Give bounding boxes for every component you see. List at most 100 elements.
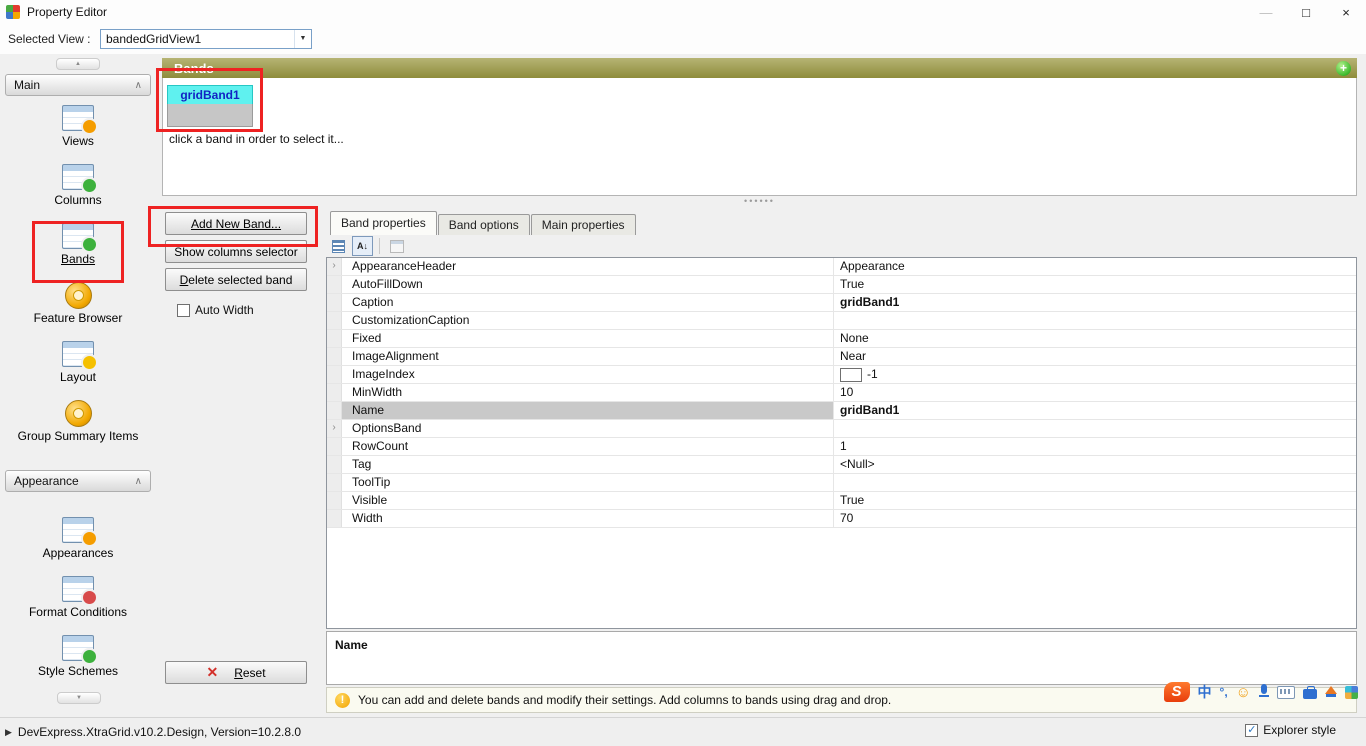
property-name: AutoFillDown	[342, 276, 834, 293]
sidebar-group-header-main[interactable]: Main ∧	[5, 74, 151, 96]
sidebar-item-appearances[interactable]: Appearances	[5, 516, 151, 562]
property-row-width[interactable]: Width 70	[327, 510, 1356, 528]
sidebar-item-bands[interactable]: Bands	[5, 222, 151, 268]
chinese-mode-icon[interactable]: 中	[1198, 682, 1212, 702]
property-name: OptionsBand	[342, 420, 834, 437]
property-value[interactable]: gridBand1	[834, 402, 1356, 419]
delete-selected-band-label: Delete selected band	[179, 272, 293, 287]
chevron-up-icon: ∧	[134, 79, 142, 91]
property-value[interactable]: -1	[834, 366, 1356, 383]
reset-button[interactable]: ✕ Reset	[165, 661, 307, 684]
property-value-text: Appearance	[840, 259, 905, 273]
chevron-down-icon[interactable]: ▼	[294, 30, 311, 48]
punctuation-icon[interactable]: °,	[1220, 685, 1228, 699]
property-value[interactable]	[834, 474, 1356, 491]
tab-band-options[interactable]: Band options	[437, 214, 530, 235]
sidebar-item-views[interactable]: Views	[5, 104, 151, 150]
expand-arrow-icon[interactable]: ›	[327, 258, 342, 275]
alphabetical-icon[interactable]: A↓	[352, 236, 373, 256]
property-row-tag[interactable]: Tag <Null>	[327, 456, 1356, 474]
property-name: MinWidth	[342, 384, 834, 401]
view-selector-bar: Selected View : bandedGridView1 ▼	[0, 24, 1366, 54]
row-marker	[327, 438, 342, 455]
close-button[interactable]: ×	[1326, 0, 1366, 24]
property-value[interactable]: 1	[834, 438, 1356, 455]
property-value[interactable]: None	[834, 330, 1356, 347]
row-marker	[327, 492, 342, 509]
maximize-button[interactable]: □	[1286, 0, 1326, 24]
sidebar-group-items: Appearances Format Conditions Style Scheme…	[4, 500, 152, 693]
property-value[interactable]	[834, 312, 1356, 329]
property-row-imagealignment[interactable]: ImageAlignment Near	[327, 348, 1356, 366]
minimize-button[interactable]: —	[1246, 0, 1286, 24]
info-text: You can add and delete bands and modify …	[358, 693, 892, 707]
property-value[interactable]: <Null>	[834, 456, 1356, 473]
property-row-name[interactable]: Name gridBand1	[327, 402, 1356, 420]
property-row-optionsband[interactable]: › OptionsBand	[327, 420, 1356, 438]
style-schemes-icon	[62, 634, 98, 665]
sidebar-item-style-schemes[interactable]: Style Schemes	[5, 634, 151, 680]
reset-label: Reset	[234, 665, 266, 680]
show-columns-selector-button[interactable]: Show columns selector	[165, 240, 307, 263]
property-row-minwidth[interactable]: MinWidth 10	[327, 384, 1356, 402]
keyboard-icon[interactable]	[1277, 685, 1295, 699]
sidebar-item-group-summary-items[interactable]: Group Summary Items	[5, 399, 151, 445]
menu-grid-icon[interactable]	[1345, 685, 1358, 699]
sogou-logo-icon[interactable]: S	[1163, 682, 1190, 702]
mic-icon[interactable]	[1259, 684, 1269, 700]
property-grid[interactable]: › AppearanceHeader Appearance AutoFillDown T…	[326, 257, 1357, 629]
feature-browser-icon	[64, 281, 92, 309]
explorer-style-checkbox[interactable]: ✓	[1245, 723, 1259, 737]
row-marker	[327, 384, 342, 401]
sidebar-item-layout[interactable]: Layout	[5, 340, 151, 386]
property-row-autofilldown[interactable]: AutoFillDown True	[327, 276, 1356, 294]
property-value[interactable]: Appearance	[834, 258, 1356, 275]
property-row-rowcount[interactable]: RowCount 1	[327, 438, 1356, 456]
expand-arrow-icon[interactable]: ▶	[5, 727, 12, 738]
property-value-text: None	[840, 331, 869, 345]
property-value[interactable]	[834, 420, 1356, 437]
tab-band-properties[interactable]: Band properties	[330, 211, 437, 235]
property-row-fixed[interactable]: Fixed None	[327, 330, 1356, 348]
property-value-text: gridBand1	[840, 403, 900, 417]
sidebar-item-format-conditions[interactable]: Format Conditions	[5, 575, 151, 621]
categorized-icon[interactable]	[328, 236, 349, 256]
property-grid-toolbar: A↓	[328, 235, 407, 257]
property-row-tooltip[interactable]: ToolTip	[327, 474, 1356, 492]
row-marker	[327, 294, 342, 311]
property-row-imageindex[interactable]: ImageIndex -1	[327, 366, 1356, 384]
property-value[interactable]: 70	[834, 510, 1356, 527]
toolbox-icon[interactable]	[1303, 685, 1317, 699]
alphabetical-glyph: A↓	[357, 241, 368, 251]
add-new-band-button[interactable]: Add New Band...	[165, 212, 307, 235]
sidebar-scroll-up-button[interactable]: ▲	[56, 58, 100, 70]
selected-view-combobox[interactable]: bandedGridView1 ▼	[100, 29, 312, 49]
show-columns-selector-label: Show columns selector	[174, 244, 298, 259]
property-row-appearanceheader[interactable]: › AppearanceHeader Appearance	[327, 258, 1356, 276]
bands-preview-area[interactable]: gridBand1 click a band in order to selec…	[162, 78, 1357, 196]
emoji-icon[interactable]: ☺	[1236, 684, 1251, 701]
property-value[interactable]: True	[834, 276, 1356, 293]
sidebar-group-header-appearance[interactable]: Appearance ∧	[5, 470, 151, 492]
row-marker	[327, 330, 342, 347]
band-header-cell[interactable]: gridBand1	[167, 85, 253, 105]
property-value[interactable]: gridBand1	[834, 294, 1356, 311]
auto-width-checkbox[interactable]	[177, 303, 190, 317]
property-row-customizationcaption[interactable]: CustomizationCaption	[327, 312, 1356, 330]
property-row-visible[interactable]: Visible True	[327, 492, 1356, 510]
property-name: Name	[342, 402, 834, 419]
property-value[interactable]: Near	[834, 348, 1356, 365]
property-value[interactable]: True	[834, 492, 1356, 509]
skin-icon[interactable]	[1325, 686, 1337, 697]
band-body-cell[interactable]	[167, 104, 253, 127]
sidebar-item-columns[interactable]: Columns	[5, 163, 151, 209]
delete-selected-band-button[interactable]: Delete selected band	[165, 268, 307, 291]
expand-arrow-icon[interactable]: ›	[327, 420, 342, 437]
add-band-icon[interactable]: +	[1336, 60, 1351, 76]
tab-main-properties[interactable]: Main properties	[530, 214, 636, 235]
property-value[interactable]: 10	[834, 384, 1356, 401]
horizontal-splitter[interactable]: ••••••	[162, 196, 1357, 206]
sidebar-item-feature-browser[interactable]: Feature Browser	[5, 281, 151, 327]
sidebar-scroll-down-button[interactable]: ▼	[57, 692, 101, 704]
property-row-caption[interactable]: Caption gridBand1	[327, 294, 1356, 312]
